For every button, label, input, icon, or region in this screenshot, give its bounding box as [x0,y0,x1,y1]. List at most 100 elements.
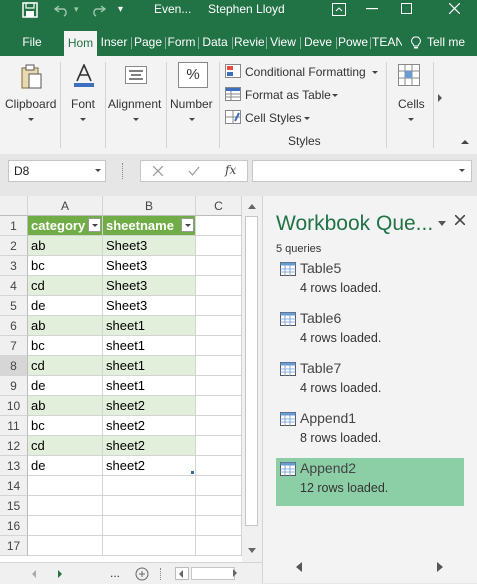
number-group[interactable]: % Number [167,56,219,154]
tab-page-layout[interactable]: Page [133,29,163,56]
query-item-table7[interactable]: Table7 4 rows loaded. [276,358,464,402]
cell[interactable]: cd [28,436,103,456]
query-item-append2[interactable]: Append2 12 rows loaded. [276,458,464,506]
cell[interactable] [103,476,196,496]
vertical-scrollbar[interactable] [242,196,262,562]
cell[interactable]: sheet2 [103,396,196,416]
cell[interactable]: Sheet3 [103,296,196,316]
cell[interactable] [196,256,242,276]
cell[interactable] [196,236,242,256]
enter-entry-icon[interactable] [188,166,200,176]
cell[interactable]: Sheet3 [103,276,196,296]
sheet-scroll-left-icon[interactable] [32,570,36,578]
tab-split-grip-icon[interactable] [160,568,163,580]
cell[interactable]: sheet2 [103,456,196,476]
hscroll-left-button[interactable] [175,567,189,580]
undo-icon[interactable] [54,3,70,17]
cell[interactable] [196,476,242,496]
query-item-table5[interactable]: Table5 4 rows loaded. [276,258,464,302]
cell[interactable] [103,536,196,556]
conditional-formatting-button[interactable]: Conditional Formatting [245,65,366,79]
cell[interactable]: bc [28,256,103,276]
cell[interactable]: sheet1 [103,316,196,336]
table-header-category[interactable]: category [28,216,103,236]
row-header[interactable]: 9 [0,376,28,396]
cell[interactable] [196,376,242,396]
row-header[interactable]: 8 [0,356,28,376]
ribbon-display-options-icon[interactable] [332,3,346,16]
cell[interactable]: ab [28,236,103,256]
cell[interactable]: cd [28,276,103,296]
cell[interactable]: sheet2 [103,416,196,436]
scroll-up-icon[interactable] [248,204,256,209]
cell[interactable]: ab [28,396,103,416]
name-box[interactable]: D8 [8,160,106,182]
formula-bar-grip-icon[interactable] [122,163,125,179]
cell[interactable]: de [28,296,103,316]
close-window-icon[interactable] [449,3,460,14]
column-header-b[interactable]: B [103,196,196,216]
cell[interactable]: Sheet3 [103,236,196,256]
cancel-entry-icon[interactable] [153,166,163,176]
sheet-scroll-right-icon[interactable] [58,570,62,578]
cell[interactable] [196,296,242,316]
clipboard-group[interactable]: Clipboard [0,56,60,154]
cell[interactable] [28,496,103,516]
scroll-thumb[interactable] [245,216,258,526]
pane-options-chevron-icon[interactable] [438,221,446,226]
tab-developer[interactable]: Deve [302,29,334,56]
chevron-down-icon[interactable] [459,169,465,172]
filter-dropdown-icon[interactable] [88,218,101,232]
hscroll-thumb[interactable] [191,567,235,580]
row-header[interactable]: 6 [0,316,28,336]
cell-styles-button[interactable]: Cell Styles [245,111,302,125]
save-icon[interactable] [22,2,38,18]
row-header[interactable]: 5 [0,296,28,316]
cell[interactable] [196,316,242,336]
quick-access-customize-icon[interactable]: ▾ [118,0,123,29]
cell[interactable]: Sheet3 [103,256,196,276]
query-item-table6[interactable]: Table6 4 rows loaded. [276,308,464,352]
pane-scroll-right-icon[interactable] [437,562,443,572]
row-header[interactable]: 15 [0,496,28,516]
worksheet-grid[interactable]: A B C 1 category sheetname 2 ab Sheet3 3… [0,196,262,562]
row-header[interactable]: 3 [0,256,28,276]
maximize-icon[interactable] [401,3,412,14]
cell[interactable] [196,276,242,296]
lightbulb-icon[interactable] [411,36,421,50]
table-header-sheetname[interactable]: sheetname [103,216,196,236]
undo-dropdown-icon[interactable]: ▾ [74,0,79,29]
cell[interactable] [28,536,103,556]
collapse-ribbon-icon[interactable] [461,140,469,144]
redo-icon[interactable] [90,3,106,17]
row-header[interactable]: 7 [0,336,28,356]
cell[interactable] [103,516,196,536]
tab-file[interactable]: File [14,29,50,56]
row-header[interactable]: 14 [0,476,28,496]
cell[interactable]: sheet1 [103,376,196,396]
minimize-icon[interactable] [366,8,378,10]
cell[interactable]: sheet1 [103,356,196,376]
cell[interactable]: bc [28,416,103,436]
filter-dropdown-icon[interactable] [181,218,194,232]
tell-me-search[interactable]: Tell me [427,29,477,56]
add-sheet-icon[interactable] [135,567,149,581]
cell[interactable]: ab [28,316,103,336]
row-header[interactable]: 2 [0,236,28,256]
row-header[interactable]: 1 [0,216,28,236]
cell[interactable] [28,476,103,496]
cell[interactable] [196,216,242,236]
column-header-a[interactable]: A [28,196,103,216]
table-resize-handle-icon[interactable] [191,471,194,474]
cell[interactable] [196,536,242,556]
cell[interactable]: cd [28,356,103,376]
column-header-c[interactable]: C [196,196,242,216]
row-header[interactable]: 4 [0,276,28,296]
cells-group[interactable]: Cells [387,56,433,154]
cell[interactable] [103,496,196,516]
more-sheets-button[interactable]: ... [110,566,120,580]
tab-power-pivot[interactable]: Powe [338,29,368,56]
scroll-down-icon[interactable] [248,548,256,553]
row-header[interactable]: 10 [0,396,28,416]
cell[interactable]: de [28,376,103,396]
